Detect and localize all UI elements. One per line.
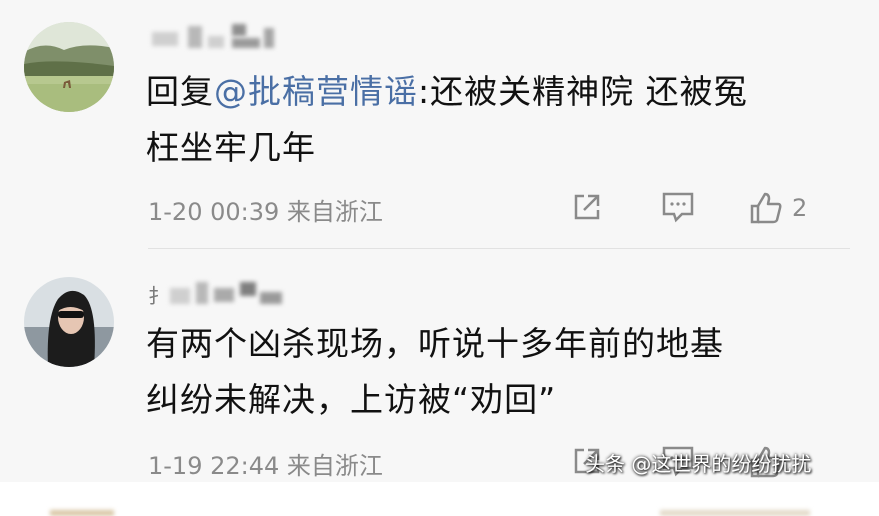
username[interactable]: 扌 (148, 278, 288, 308)
source-location: 来自浙江 (286, 198, 383, 226)
comment-text: 回复@批稿营情谣:还被关精神院 还被冤 枉坐牢几年 (146, 64, 826, 176)
comment-item: 回复@批稿营情谣:还被关精神院 还被冤 枉坐牢几年 1-20 00:39 来自浙… (0, 0, 850, 249)
timestamp: 1-19 22:44 (148, 452, 280, 480)
next-item-edge (660, 510, 810, 516)
like-count: 2 (792, 194, 808, 222)
mention-link[interactable]: @批稿营情谣 (214, 72, 418, 111)
comment-text-line: 枉坐牢几年 (146, 128, 316, 167)
comment-meta: 1-20 00:39 来自浙江 (148, 192, 383, 227)
avatar[interactable] (24, 277, 114, 367)
like-button[interactable]: 2 (748, 190, 807, 226)
next-item-edge (50, 510, 114, 516)
watermark: 头条 @这世界的纷纷扰扰 (585, 452, 812, 476)
comment-text: 有两个凶杀现场，听说十多年前的地基 纠纷未解决，上访被“劝回” (146, 316, 826, 428)
comment-button[interactable] (660, 190, 696, 224)
thumbs-up-icon (750, 192, 782, 224)
avatar[interactable] (24, 22, 114, 112)
comment-text-line: 有两个凶杀现场，听说十多年前的地基 (146, 324, 724, 363)
username-text: 扌 (148, 284, 168, 308)
reply-prefix: 回复 (146, 72, 214, 111)
comment-meta: 1-19 22:44 来自浙江 (148, 446, 383, 481)
comment-text-part: :还被关精神院 还被冤 (418, 72, 748, 111)
share-button[interactable] (570, 190, 604, 224)
comment-text-line: 纠纷未解决，上访被“劝回” (146, 380, 557, 419)
divider (148, 248, 850, 249)
comment-list: 回复@批稿营情谣:还被关精神院 还被冤 枉坐牢几年 1-20 00:39 来自浙… (0, 0, 879, 516)
timestamp: 1-20 00:39 (148, 198, 280, 226)
comment-icon (662, 192, 694, 223)
share-icon (574, 194, 600, 220)
username[interactable] (148, 22, 288, 52)
source-location: 来自浙江 (286, 452, 383, 480)
